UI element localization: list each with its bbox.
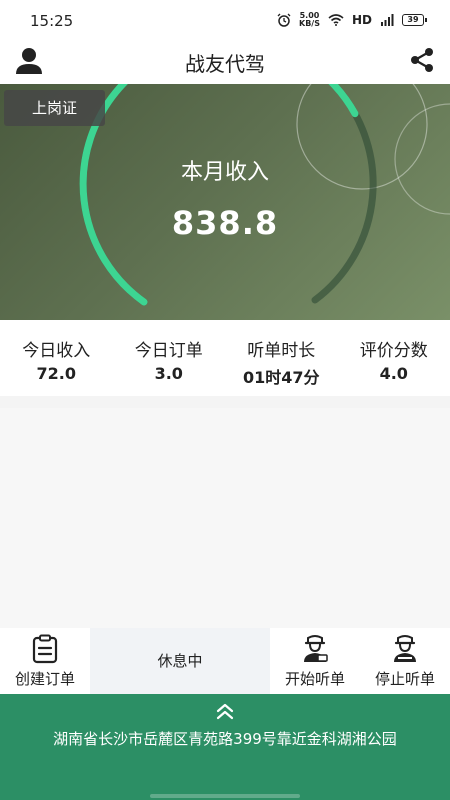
start-listen-label: 开始听单 [284, 670, 345, 688]
driver-status: 休息中 [90, 628, 270, 694]
create-order-label: 创建订单 [14, 670, 75, 688]
share-icon[interactable] [408, 46, 436, 74]
driver-start-icon [304, 635, 328, 662]
order-list-area [0, 408, 450, 628]
status-time: 15:25 [30, 12, 74, 30]
stat-label: 今日订单 [134, 341, 203, 361]
battery-icon: 39 [402, 14, 427, 26]
stat-today-income: 今日收入 72.0 [0, 320, 113, 396]
month-income-value: 838.8 [171, 204, 279, 242]
network-type: HD [351, 13, 372, 27]
network-speed: 5.00 KB/S [299, 12, 320, 28]
stat-value: 3.0 [154, 364, 183, 383]
stat-value: 4.0 [379, 364, 408, 383]
stat-label: 评价分数 [359, 341, 428, 361]
work-permit-button[interactable]: 上岗证 [4, 90, 105, 126]
stat-label: 今日收入 [22, 341, 91, 361]
divider [0, 396, 450, 408]
driver-stop-icon [394, 635, 416, 662]
stats-row: 今日收入 72.0 今日订单 3.0 听单时长 01时47分 评价分数 4.0 [0, 320, 450, 396]
home-indicator [150, 794, 300, 798]
stat-listen-duration: 听单时长 01时47分 [225, 320, 338, 396]
chevron-up-double-icon[interactable] [213, 702, 237, 722]
location-bar[interactable]: 湖南省长沙市岳麓区青苑路399号靠近金科湖湘公园 [0, 694, 450, 800]
signal-icon [381, 14, 394, 26]
stop-listen-label: 停止听单 [374, 670, 435, 688]
action-toolbar: 创建订单 休息中 开始听单 停止听单 [0, 628, 450, 694]
current-address: 湖南省长沙市岳麓区青苑路399号靠近金科湖湘公园 [53, 730, 397, 748]
app-header: 战友代驾 [0, 42, 450, 84]
income-gauge-arc [79, 84, 377, 306]
create-order-button[interactable]: 创建订单 [0, 628, 90, 694]
stat-rating: 评价分数 4.0 [338, 320, 450, 396]
wifi-icon [328, 14, 344, 26]
clipboard-icon [32, 634, 58, 664]
page-title: 战友代驾 [185, 52, 265, 76]
stat-label: 听单时长 [247, 341, 316, 361]
alarm-icon [277, 13, 291, 27]
stat-value: 01时47分 [242, 368, 320, 387]
income-hero: 上岗证 本月收入 838.8 [0, 84, 450, 320]
status-bar: 15:25 5.00 KB/S HD 39 [0, 0, 450, 42]
start-listen-button[interactable]: 开始听单 [270, 628, 360, 694]
speed-unit: KB/S [299, 19, 320, 28]
status-icons: 5.00 KB/S HD 39 [277, 12, 427, 28]
stat-value: 72.0 [36, 364, 76, 383]
month-income-label: 本月收入 [180, 160, 269, 185]
stat-today-orders: 今日订单 3.0 [113, 320, 226, 396]
stop-listen-button[interactable]: 停止听单 [360, 628, 450, 694]
